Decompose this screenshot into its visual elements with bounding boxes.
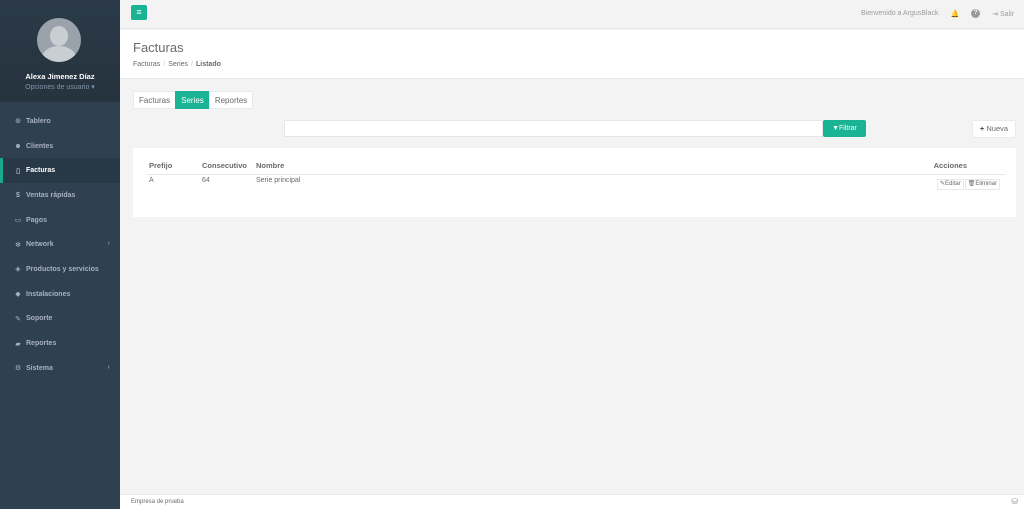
sidebar-item-pagos[interactable]: ▭ Pagos bbox=[0, 208, 120, 233]
database-icon[interactable]: ⛁ bbox=[1011, 497, 1018, 506]
breadcrumb-facturas[interactable]: Facturas bbox=[133, 61, 160, 68]
sidebar-item-label: Productos y servicios bbox=[26, 265, 99, 273]
sidebar-item-label: Facturas bbox=[26, 167, 56, 175]
breadcrumb: Facturas / Series / Listado bbox=[133, 61, 221, 68]
top-navbar: ≡ Bienvenido a ArgusBlack 🔔 ? ⇥ Salir bbox=[120, 0, 1024, 29]
company-name: Empresa de prueba bbox=[131, 499, 184, 505]
sidebar-item-label: Soporte bbox=[26, 315, 53, 323]
tab-facturas[interactable]: Facturas bbox=[133, 91, 177, 109]
sidebar-item-instalaciones[interactable]: ◆ Instalaciones bbox=[0, 282, 120, 307]
sidebar-nav: ⊙ Tablero ☻ Clientes ▯ Facturas $ Ventas… bbox=[0, 109, 120, 381]
sidebar-item-label: Network bbox=[26, 241, 54, 249]
series-table-panel: Prefijo Consecutivo Nombre Acciones A 64… bbox=[133, 148, 1016, 217]
sidebar-item-network[interactable]: ✻ Network ‹ bbox=[0, 232, 120, 257]
sidebar-item-label: Tablero bbox=[26, 117, 51, 125]
reports-icon: ▰ bbox=[15, 340, 21, 348]
sidebar-item-productos[interactable]: ◈ Productos y servicios bbox=[0, 257, 120, 282]
column-prefijo: Prefijo bbox=[149, 161, 173, 170]
sidebar-item-tablero[interactable]: ⊙ Tablero bbox=[0, 109, 120, 134]
user-name: Alexa Jimenez Díaz bbox=[25, 72, 95, 81]
edit-button[interactable]: ✎Editar bbox=[937, 179, 964, 190]
bell-icon[interactable]: 🔔 bbox=[950, 10, 959, 18]
tab-series[interactable]: Series bbox=[175, 91, 210, 109]
help-icon[interactable]: ? bbox=[971, 9, 981, 18]
users-icon: ☻ bbox=[14, 142, 22, 150]
section-tabs: Facturas Series Reportes bbox=[133, 91, 254, 109]
chevron-left-icon: ‹ bbox=[107, 363, 110, 371]
user-options-dropdown[interactable]: Opciones de usuario ▾ bbox=[0, 83, 120, 91]
profile-panel: Alexa Jimenez Díaz Opciones de usuario ▾ bbox=[0, 0, 120, 102]
delete-button[interactable]: 🗑Eliminar bbox=[964, 179, 1000, 190]
tags-icon: ◈ bbox=[15, 266, 21, 274]
plus-icon: + bbox=[979, 124, 985, 133]
filter-input[interactable] bbox=[284, 120, 823, 137]
avatar[interactable] bbox=[37, 18, 81, 62]
row-actions: ✎Editar 🗑Eliminar bbox=[936, 179, 1000, 190]
logout-label: Salir bbox=[999, 10, 1014, 18]
sidebar-item-label: Ventas rápidas bbox=[26, 191, 76, 199]
menu-toggle-button[interactable]: ≡ bbox=[131, 5, 147, 20]
sidebar-item-label: Sistema bbox=[26, 364, 53, 372]
sidebar-item-ventas-rapidas[interactable]: $ Ventas rápidas bbox=[0, 183, 120, 208]
cell-nombre: Serie principal bbox=[256, 177, 301, 184]
welcome-text: Bienvenido a ArgusBlack bbox=[861, 10, 939, 17]
sidebar-item-sistema[interactable]: ⚙ Sistema ‹ bbox=[0, 356, 120, 381]
install-icon: ◆ bbox=[15, 291, 21, 299]
column-nombre: Nombre bbox=[256, 161, 285, 170]
file-icon: ▯ bbox=[16, 167, 20, 175]
logout-button[interactable]: ⇥ Salir bbox=[992, 10, 1014, 18]
network-icon: ✻ bbox=[15, 241, 21, 249]
cell-prefijo: A bbox=[149, 177, 154, 184]
page-heading: Facturas Facturas / Series / Listado bbox=[120, 30, 1024, 79]
tab-reportes[interactable]: Reportes bbox=[208, 91, 254, 109]
sidebar-item-clientes[interactable]: ☻ Clientes bbox=[0, 134, 120, 159]
sidebar-item-label: Instalaciones bbox=[26, 290, 71, 298]
cogs-icon: ⚙ bbox=[14, 365, 22, 373]
chevron-left-icon: ‹ bbox=[107, 240, 110, 248]
sidebar: Alexa Jimenez Díaz Opciones de usuario ▾… bbox=[0, 0, 120, 509]
top-right-bar: Bienvenido a ArgusBlack 🔔 ? ⇥ Salir bbox=[861, 9, 1014, 18]
dollar-icon: $ bbox=[16, 191, 20, 199]
money-icon: ▭ bbox=[14, 217, 22, 225]
footer: Empresa de prueba ⛁ bbox=[120, 494, 1024, 509]
sidebar-item-label: Pagos bbox=[26, 216, 48, 224]
sign-out-icon: ⇥ bbox=[992, 10, 999, 18]
new-button[interactable]: + Nueva bbox=[972, 120, 1016, 138]
breadcrumb-listado: Listado bbox=[195, 61, 221, 68]
sidebar-item-soporte[interactable]: ✎ Soporte bbox=[0, 307, 120, 332]
table-row: A 64 Serie principal ✎Editar 🗑Eliminar bbox=[147, 177, 1005, 193]
breadcrumb-series[interactable]: Series bbox=[168, 61, 188, 68]
new-button-label: Nueva bbox=[986, 124, 1009, 133]
column-acciones: Acciones bbox=[933, 161, 967, 170]
wrench-icon: ✎ bbox=[15, 315, 21, 323]
tachometer-icon: ⊙ bbox=[15, 118, 21, 126]
table-header: Prefijo Consecutivo Nombre Acciones bbox=[147, 161, 1005, 175]
sidebar-item-facturas[interactable]: ▯ Facturas bbox=[0, 158, 120, 184]
sidebar-item-label: Reportes bbox=[26, 340, 57, 348]
filter-button[interactable]: ▼Filtrar bbox=[823, 120, 866, 137]
sidebar-item-label: Clientes bbox=[26, 142, 54, 150]
cell-consecutivo: 64 bbox=[202, 177, 210, 184]
page-title: Facturas bbox=[133, 40, 184, 55]
column-consecutivo: Consecutivo bbox=[202, 161, 248, 170]
sidebar-item-reportes[interactable]: ▰ Reportes bbox=[0, 331, 120, 356]
